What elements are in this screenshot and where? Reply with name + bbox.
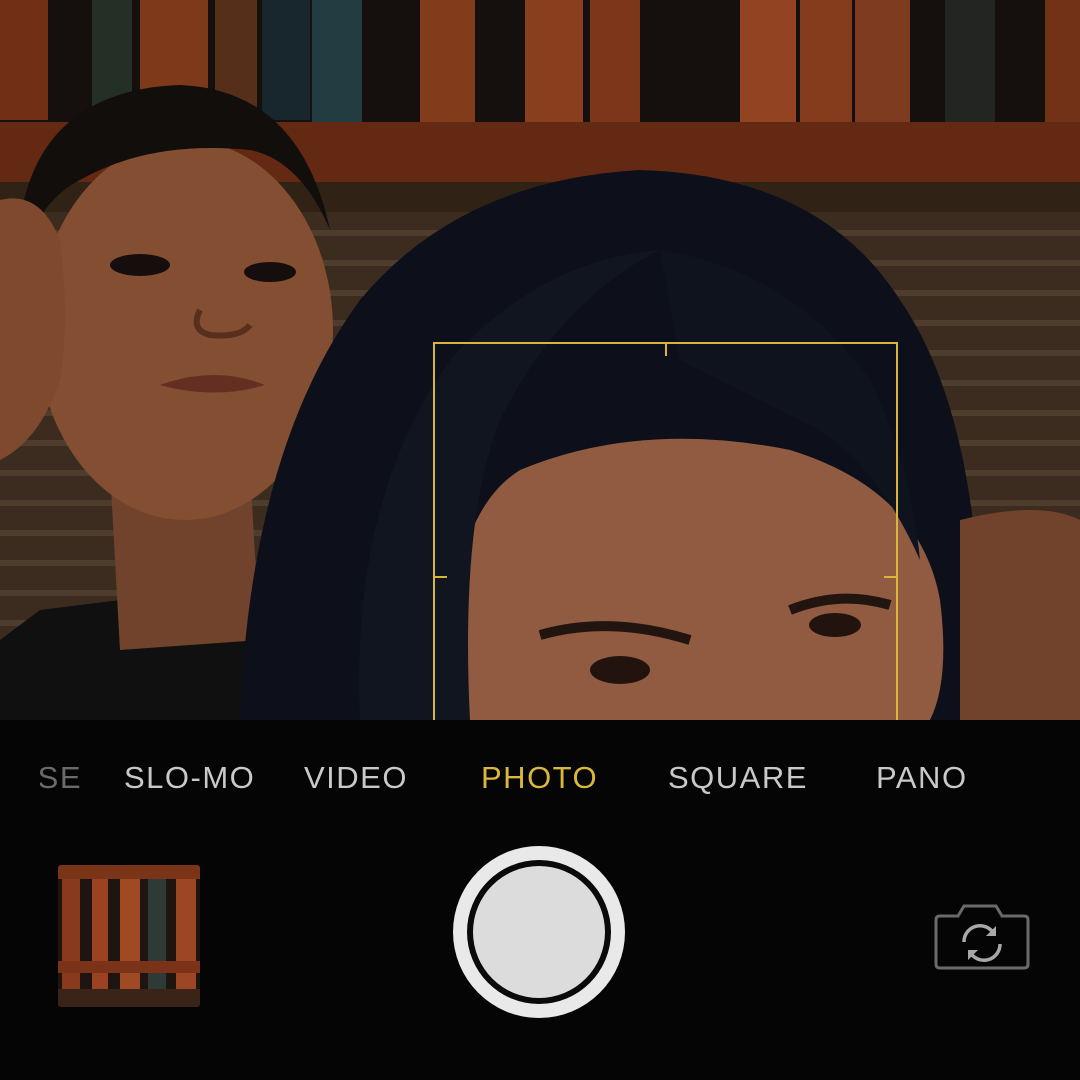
mode-slo-mo[interactable]: SLO-MO — [124, 760, 255, 796]
camera-controls: SE SLO-MO VIDEO PHOTO SQUARE PANO — [0, 720, 1080, 1080]
shutter-button[interactable] — [453, 846, 625, 1018]
mode-pano[interactable]: PANO — [876, 760, 968, 796]
camera-app: SE SLO-MO VIDEO PHOTO SQUARE PANO — [0, 0, 1080, 1080]
focus-tick-right — [884, 576, 896, 578]
last-photo-thumbnail[interactable] — [58, 865, 200, 1007]
mode-selector[interactable]: SE SLO-MO VIDEO PHOTO SQUARE PANO — [0, 760, 1080, 800]
mode-photo[interactable]: PHOTO — [481, 760, 598, 796]
mode-video[interactable]: VIDEO — [304, 760, 408, 796]
focus-tick-top — [665, 344, 667, 356]
mode-time-lapse[interactable]: SE — [40, 760, 82, 796]
camera-flip-icon[interactable] — [934, 896, 1030, 972]
shutter-inner — [473, 866, 605, 998]
mode-square[interactable]: SQUARE — [668, 760, 808, 796]
focus-tick-left — [435, 576, 447, 578]
thumbnail-image — [58, 865, 200, 1007]
viewfinder[interactable] — [0, 0, 1080, 720]
focus-box — [433, 342, 898, 720]
shutter-ring — [467, 860, 611, 1004]
